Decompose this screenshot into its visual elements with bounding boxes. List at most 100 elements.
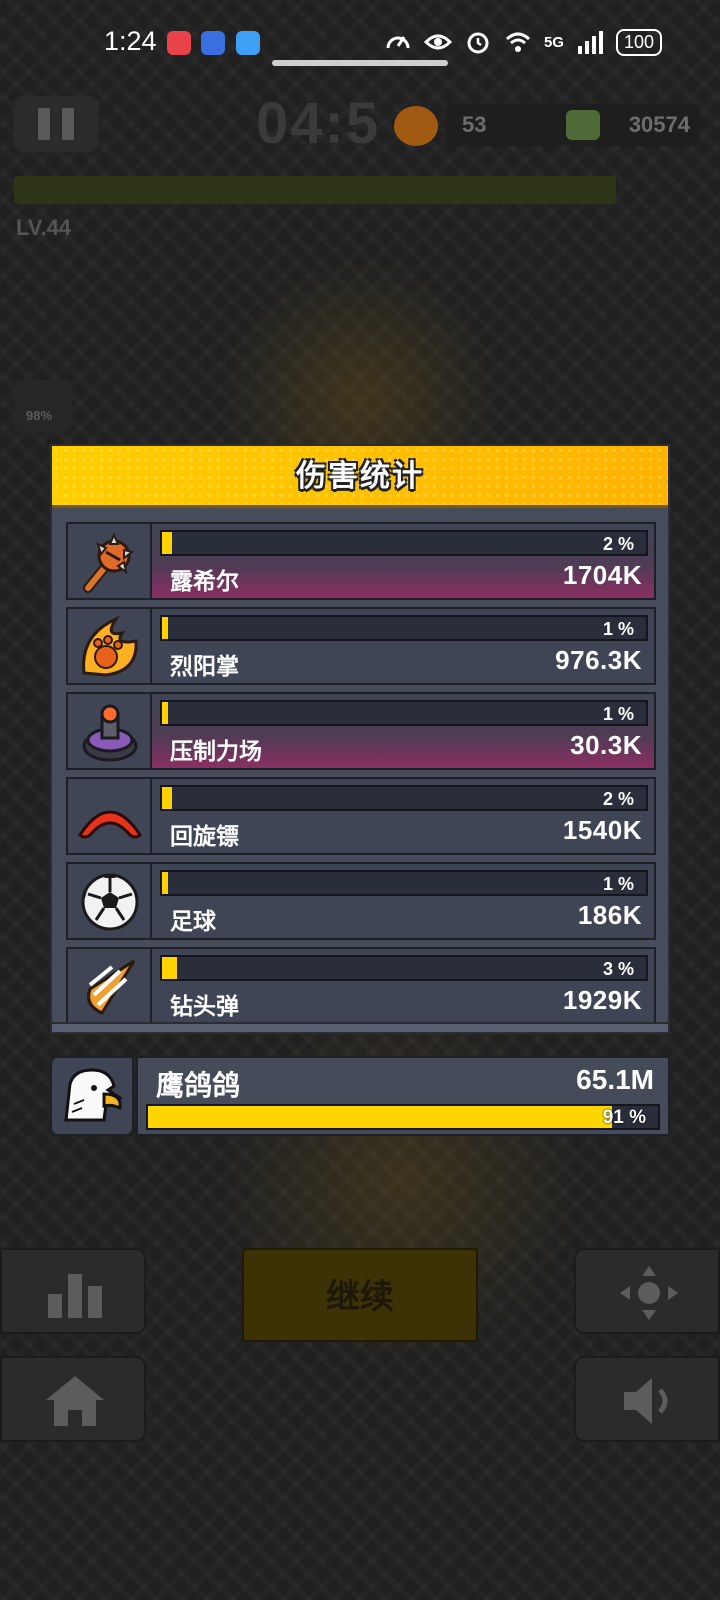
skull-icon (566, 110, 600, 140)
speaker-icon (624, 1378, 668, 1424)
eye-icon (423, 34, 452, 50)
signal-icon (577, 31, 603, 54)
joystick-settings-button[interactable] (574, 1248, 720, 1334)
music-notification-icon (236, 31, 260, 55)
game-timer: 04:5 (256, 91, 381, 156)
damage-share-bar: 2 % (160, 530, 648, 556)
battery-indicator: 100 (615, 28, 662, 56)
damage-stats-dialog: 伤害统计 2 % 露希尔 1704K 1 % 烈阳掌 976.3K 1 % 压制… (50, 444, 670, 1034)
damage-value: 1540K (562, 815, 642, 845)
status-bar: 1:24 5G 100 (0, 0, 720, 86)
weapon-stat-panel: 2 % 露希尔 1704K (152, 522, 656, 600)
experience-bar (14, 176, 616, 204)
damage-share-fill (162, 787, 172, 809)
dpad-icon (620, 1266, 678, 1320)
status-time: 1:24 (104, 26, 157, 56)
weapon-stat-row: 1 % 烈阳掌 976.3K (66, 607, 656, 687)
continue-label: 继续 (326, 1277, 394, 1317)
bar-chart-icon (48, 1274, 102, 1318)
damage-share-fill (162, 617, 168, 639)
notch-handle (272, 60, 448, 66)
weapon-name: 烈阳掌 (170, 654, 239, 680)
continue-button[interactable]: 继续 (242, 1248, 478, 1342)
player-level: LV.44 (16, 215, 72, 240)
app-notification-icon (167, 31, 191, 55)
damage-percent: 1 % (602, 619, 634, 639)
damage-share-fill (162, 957, 177, 979)
heart-icon (394, 106, 438, 146)
damage-percent: 2 % (602, 534, 634, 554)
damage-share-bar: 3 % (160, 955, 648, 981)
eagle-avatar-icon (64, 1068, 124, 1122)
damage-percent: 2 % (602, 789, 634, 809)
damage-share-bar: 1 % (160, 870, 648, 896)
player-damage-share-fill (148, 1106, 613, 1128)
player-avatar-box (50, 1056, 134, 1136)
weapon-stat-row: 1 % 压制力场 30.3K (66, 692, 656, 772)
side-indicator-label: 98% (26, 408, 53, 423)
speedometer-icon (386, 36, 410, 49)
damage-value: 186K (577, 900, 642, 930)
player-total-row: 鹰鸽鸽 65.1M 91 % (50, 1056, 670, 1136)
damage-value: 976.3K (555, 645, 642, 675)
damage-percent: 1 % (602, 704, 634, 724)
baidu-notification-icon (201, 31, 225, 55)
damage-value: 1929K (562, 985, 642, 1015)
player-stat-panel: 鹰鸽鸽 65.1M 91 % (136, 1056, 670, 1136)
player-damage-percent: 91 % (602, 1107, 646, 1128)
sound-button[interactable] (574, 1356, 720, 1442)
spiked-club-icon (83, 532, 135, 593)
damage-value: 30.3K (570, 730, 642, 760)
coin-count: 53 (446, 104, 566, 146)
force-field-device-icon (82, 704, 138, 762)
stats-button[interactable] (0, 1248, 146, 1334)
drill-bullet-icon (87, 959, 136, 1015)
flaming-paw-icon (82, 615, 138, 677)
weapon-name: 回旋镖 (170, 824, 239, 850)
weapon-icon-box (66, 607, 152, 685)
weapon-stat-panel: 1 % 足球 186K (152, 862, 656, 940)
weapon-name: 钻头弹 (170, 994, 239, 1020)
weapon-name: 足球 (170, 909, 216, 935)
weapon-stat-row: 2 % 露希尔 1704K (66, 522, 656, 602)
damage-share-bar: 1 % (160, 615, 648, 641)
weapon-stat-row: 3 % 钻头弹 1929K (66, 947, 656, 1027)
weapon-stats-list: 2 % 露希尔 1704K 1 % 烈阳掌 976.3K 1 % 压制力场 30… (66, 522, 656, 1032)
damage-share-bar: 2 % (160, 785, 648, 811)
weapon-stat-row: 2 % 回旋镖 1540K (66, 777, 656, 857)
alarm-icon (467, 32, 489, 54)
weapon-name: 露希尔 (170, 569, 239, 595)
weapon-stat-row: 1 % 足球 186K (66, 862, 656, 942)
weapon-icon-box (66, 947, 152, 1025)
dialog-title: 伤害统计 (296, 459, 424, 494)
weapon-icon-box (66, 862, 152, 940)
weapon-stat-panel: 3 % 钻头弹 1929K (152, 947, 656, 1025)
damage-value: 1704K (562, 560, 642, 590)
pause-icon (38, 108, 50, 140)
soccer-ball-icon (81, 873, 139, 931)
damage-percent: 3 % (602, 959, 634, 979)
weapon-stat-panel: 1 % 压制力场 30.3K (152, 692, 656, 770)
dialog-bottom-edge (52, 1022, 668, 1032)
dialog-header: 伤害统计 (52, 446, 668, 508)
weapon-stat-panel: 2 % 回旋镖 1540K (152, 777, 656, 855)
weapon-stat-panel: 1 % 烈阳掌 976.3K (152, 607, 656, 685)
damage-share-fill (162, 872, 168, 894)
status-indicators: 5G 100 (384, 28, 662, 56)
pause-button[interactable] (14, 96, 98, 152)
wifi-icon (505, 32, 530, 52)
network-type: 5G (543, 33, 564, 51)
home-icon (46, 1376, 104, 1426)
player-damage-share-bar: 91 % (146, 1104, 660, 1130)
weapon-icon-box (66, 522, 152, 600)
damage-share-fill (162, 702, 168, 724)
damage-share-fill (162, 532, 172, 554)
weapon-icon-box (66, 777, 152, 855)
player-damage-value: 65.1M (576, 1064, 654, 1095)
side-indicator (14, 380, 72, 432)
boomerang-icon (78, 810, 142, 839)
damage-share-bar: 1 % (160, 700, 648, 726)
player-name: 鹰鸽鸽 (156, 1069, 241, 1102)
home-button[interactable] (0, 1356, 146, 1442)
weapon-icon-box (66, 692, 152, 770)
